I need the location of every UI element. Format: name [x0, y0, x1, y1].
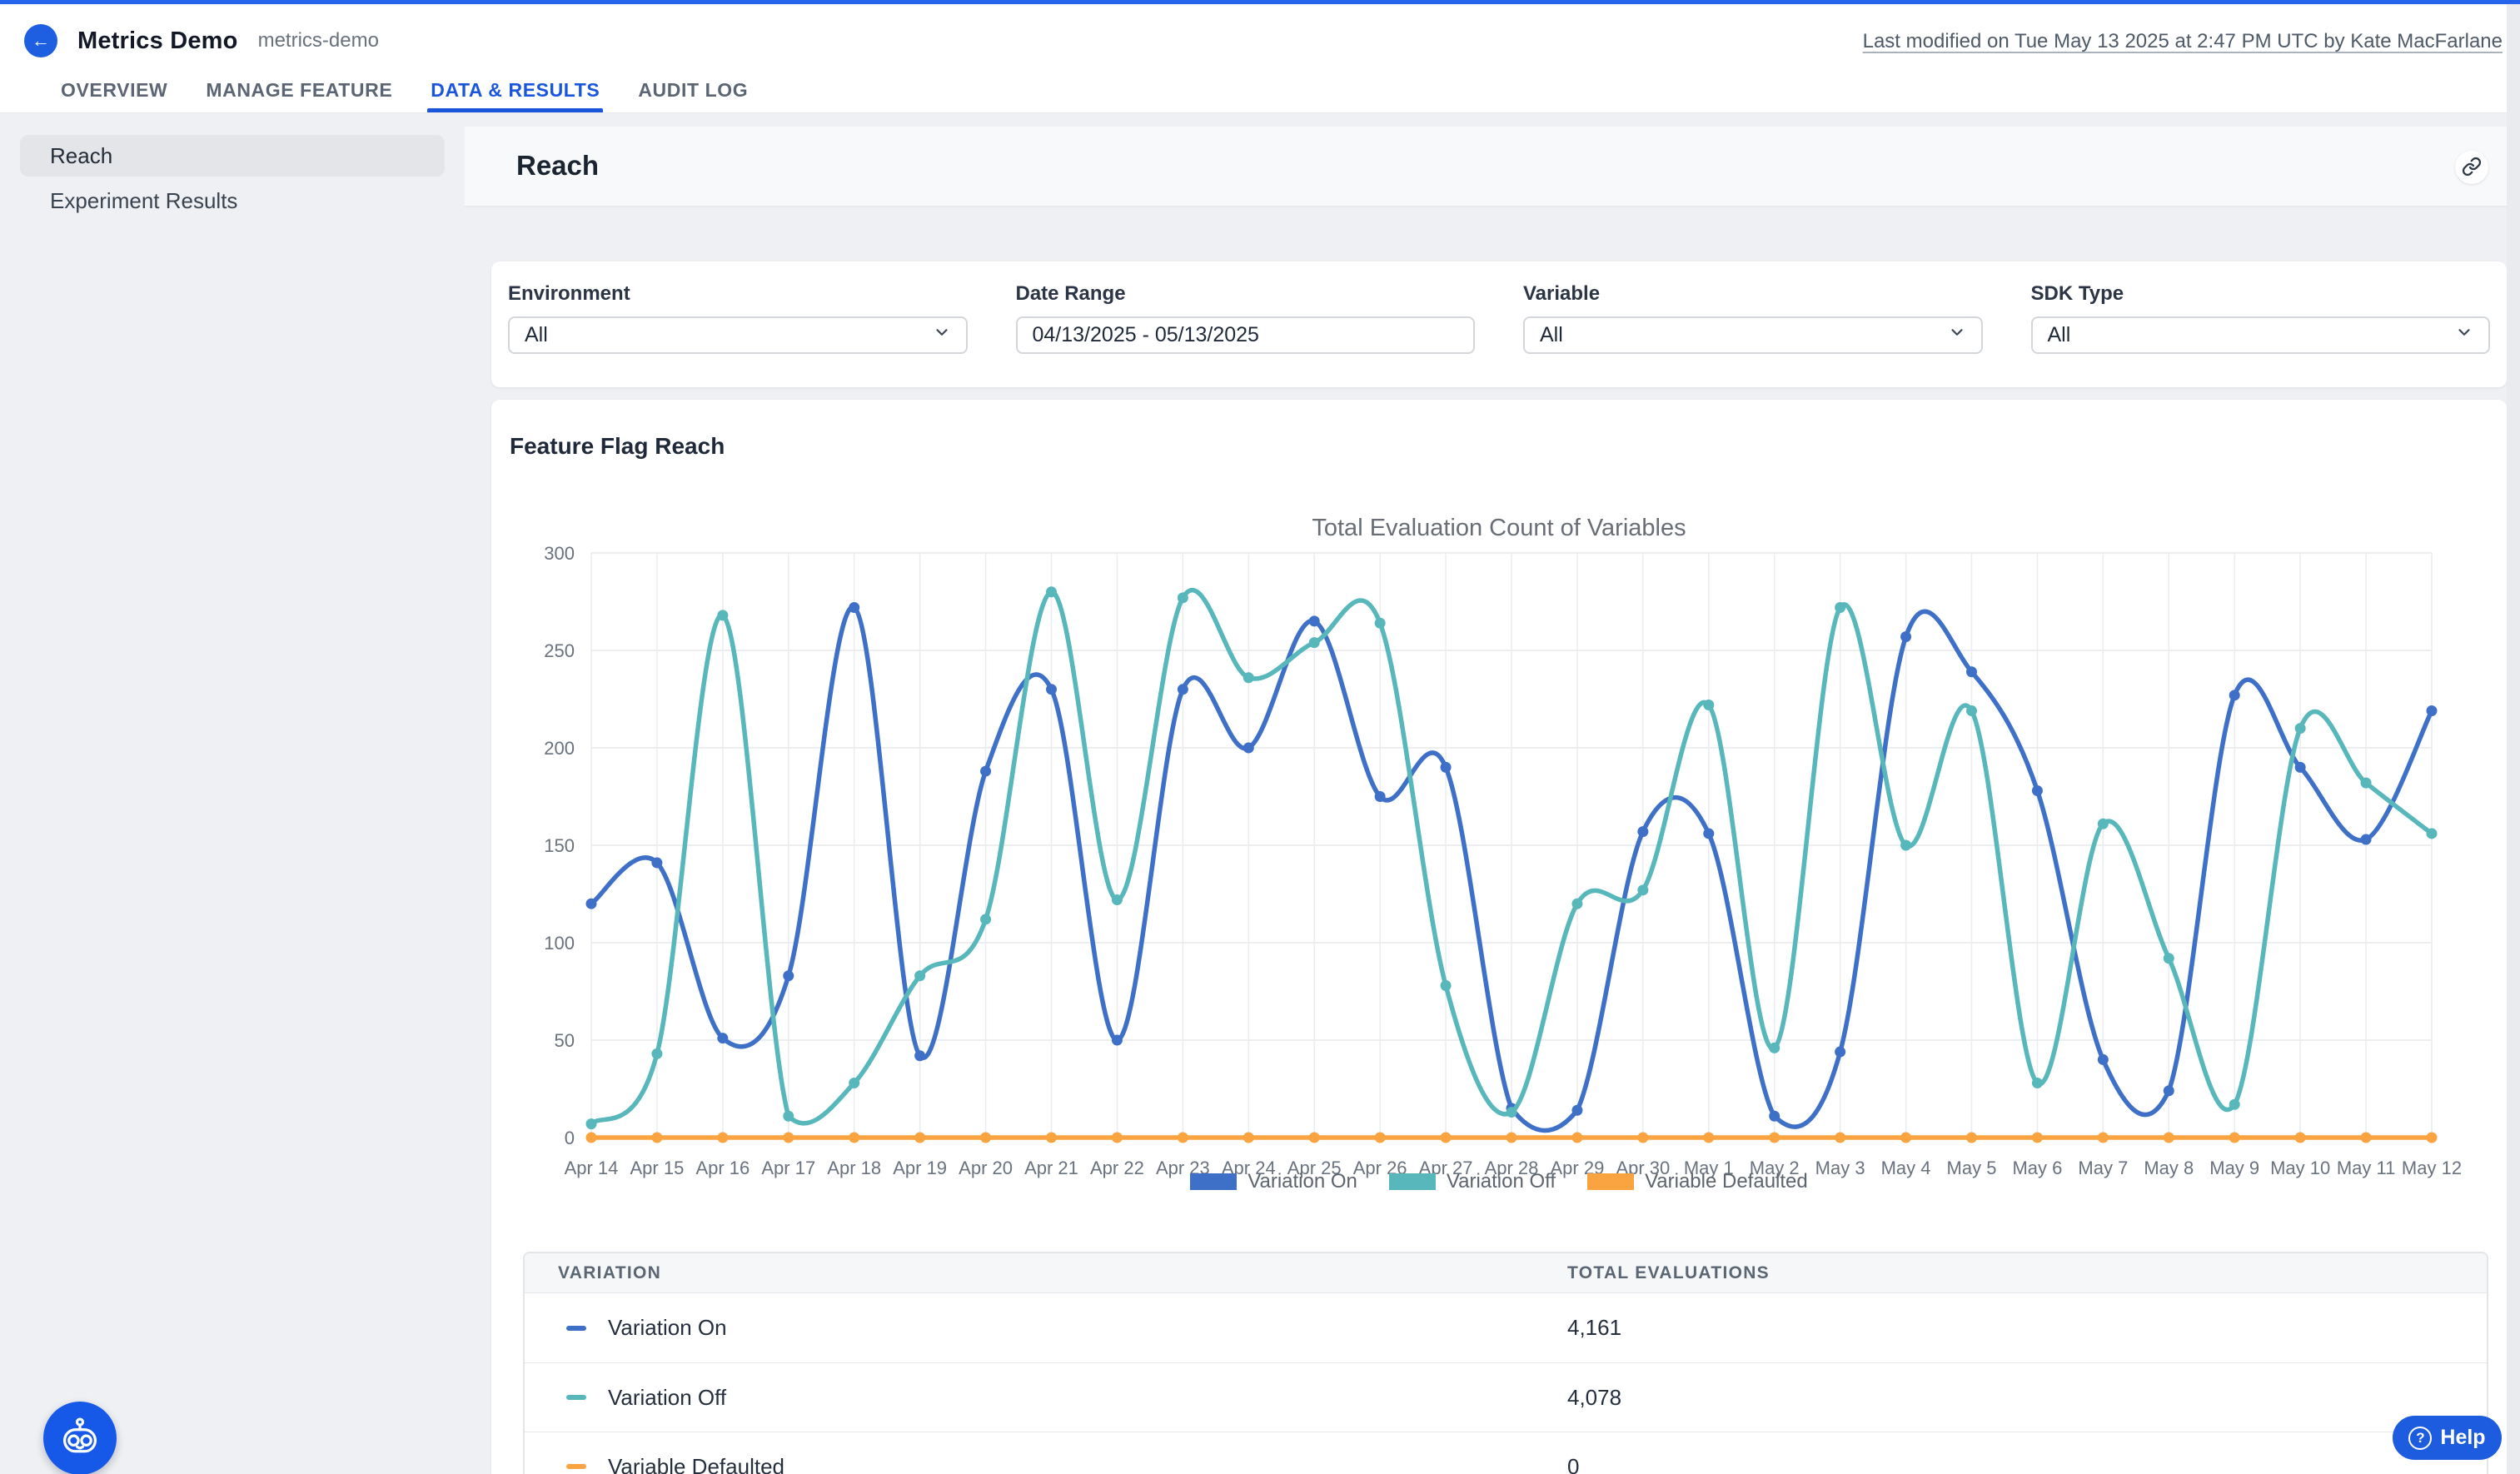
section-heading: Reach: [516, 150, 599, 182]
tab-bar: OVERVIEW MANAGE FEATURE DATA & RESULTS A…: [61, 67, 748, 112]
svg-text:50: 50: [555, 1030, 575, 1051]
legend-variation-off[interactable]: Variation Off: [1389, 1170, 1556, 1193]
svg-text:300: 300: [544, 543, 575, 564]
date-range-field[interactable]: [1016, 316, 1476, 354]
sidebar-item-reach[interactable]: Reach: [20, 135, 445, 177]
row-label: Variable Defaulted: [608, 1454, 784, 1474]
series-dash-icon: [566, 1464, 586, 1469]
sdk-type-select[interactable]: All: [2031, 316, 2491, 354]
help-button[interactable]: ? Help: [2393, 1416, 2502, 1460]
table-row: Variation Off 4,078: [525, 1362, 2487, 1432]
chevron-down-icon: [1948, 323, 1966, 347]
legend-variation-on[interactable]: Variation On: [1190, 1170, 1357, 1193]
page-scrollbar[interactable]: [2507, 4, 2520, 1474]
row-label: Variation On: [608, 1315, 727, 1341]
tab-overview[interactable]: OVERVIEW: [61, 67, 167, 112]
metrics-sidebar: Reach Experiment Results: [20, 135, 445, 222]
filters-panel: Environment All Date Range Variable All …: [491, 261, 2507, 387]
section-header: Reach: [465, 127, 2507, 207]
series-dash-icon: [566, 1395, 586, 1400]
variable-select[interactable]: All: [1523, 316, 1983, 354]
variable-label: Variable: [1523, 282, 1983, 306]
table-row: Variable Defaulted 0: [525, 1432, 2487, 1474]
top-accent-bar: [0, 0, 2520, 4]
legend-swatch-variation-on: [1190, 1173, 1237, 1190]
help-label: Help: [2440, 1426, 2485, 1450]
legend-variable-defaulted[interactable]: Variable Defaulted: [1587, 1170, 1808, 1193]
page-title: Metrics Demo: [77, 27, 238, 55]
card-heading: Feature Flag Reach: [510, 433, 725, 460]
legend-label: Variation Off: [1447, 1170, 1556, 1193]
series-dash-icon: [566, 1326, 586, 1331]
chevron-down-icon: [2455, 323, 2473, 347]
last-modified-text: Last modified on Tue May 13 2025 at 2:47…: [1863, 30, 2503, 53]
environment-label: Environment: [508, 282, 968, 306]
assistant-bot-button[interactable]: [43, 1402, 117, 1474]
table-header: VARIATION TOTAL EVALUATIONS: [525, 1253, 2487, 1293]
tab-audit-log[interactable]: AUDIT LOG: [638, 67, 748, 112]
svg-text:0: 0: [565, 1128, 575, 1148]
arrow-left-icon: ←: [32, 30, 50, 52]
legend-swatch-variation-off: [1389, 1173, 1436, 1190]
chart-legend: Variation On Variation Off Variable Defa…: [491, 1170, 2507, 1193]
copy-link-button[interactable]: [2455, 151, 2488, 184]
link-icon: [2462, 157, 2482, 179]
column-header-variation: VARIATION: [525, 1263, 1567, 1283]
row-value: 4,078: [1567, 1385, 2487, 1411]
sdk-type-label: SDK Type: [2031, 282, 2491, 306]
svg-text:150: 150: [544, 835, 575, 856]
svg-text:100: 100: [544, 933, 575, 954]
app-header: ← Metrics Demo metrics-demo Last modifie…: [0, 4, 2520, 113]
question-mark-icon: ?: [2408, 1427, 2432, 1450]
row-label: Variation Off: [608, 1385, 726, 1411]
row-value: 4,161: [1567, 1315, 2487, 1341]
tab-data-results[interactable]: DATA & RESULTS: [431, 67, 600, 112]
variation-table: VARIATION TOTAL EVALUATIONS Variation On…: [523, 1252, 2488, 1474]
svg-text:200: 200: [544, 738, 575, 759]
chevron-down-icon: [933, 323, 951, 347]
date-range-label: Date Range: [1016, 282, 1476, 306]
feature-key: metrics-demo: [258, 29, 379, 52]
legend-swatch-variable-defaulted: [1587, 1173, 1634, 1190]
sidebar-item-experiment-results[interactable]: Experiment Results: [20, 180, 445, 222]
feature-flag-reach-card: Feature Flag Reach Total Evaluation Coun…: [491, 400, 2507, 1474]
robot-icon: [58, 1416, 102, 1462]
row-value: 0: [1567, 1454, 2487, 1474]
back-button[interactable]: ←: [24, 24, 57, 57]
legend-label: Variation On: [1248, 1170, 1357, 1193]
legend-label: Variable Defaulted: [1645, 1170, 1808, 1193]
svg-text:250: 250: [544, 640, 575, 661]
environment-value: All: [525, 323, 548, 347]
date-range-input[interactable]: [1033, 323, 1459, 347]
variable-value: All: [1540, 323, 1563, 347]
environment-select[interactable]: All: [508, 316, 968, 354]
column-header-total-evaluations: TOTAL EVALUATIONS: [1567, 1263, 2487, 1283]
sdk-type-value: All: [2048, 323, 2071, 347]
chart-title: Total Evaluation Count of Variables: [491, 515, 2507, 542]
tab-manage-feature[interactable]: MANAGE FEATURE: [206, 67, 392, 112]
reach-line-chart: 050100150200250300Apr 14Apr 15Apr 16Apr …: [491, 541, 2507, 1199]
table-row: Variation On 4,161: [525, 1293, 2487, 1362]
